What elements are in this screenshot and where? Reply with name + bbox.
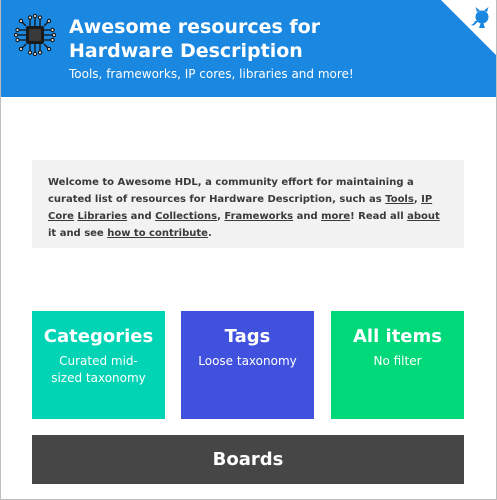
tools-link[interactable]: Tools xyxy=(385,194,414,205)
all-items-card-subtitle: No filter xyxy=(373,354,422,368)
welcome-text: and xyxy=(127,211,156,222)
collections-link[interactable]: Collections xyxy=(155,211,217,222)
all-items-card-title: All items xyxy=(353,326,442,347)
site-header: Awesome resources for Hardware Descripti… xyxy=(0,0,497,97)
welcome-text: . xyxy=(207,228,212,239)
welcome-panel: Welcome to Awesome HDL, a community effo… xyxy=(32,160,464,248)
site-subtitle: Tools, frameworks, IP cores, libraries a… xyxy=(69,67,354,81)
welcome-text: Welcome to Awesome HDL, a community effo… xyxy=(48,177,414,205)
categories-card-subtitle: Curated mid-sized taxonomy xyxy=(51,354,146,385)
boards-button[interactable]: Boards xyxy=(32,435,464,484)
site-title[interactable]: Awesome resources for Hardware Descripti… xyxy=(69,15,429,63)
how-to-contribute-link[interactable]: how to contribute xyxy=(107,228,208,239)
categories-card-title: Categories xyxy=(43,326,154,347)
all-items-card[interactable]: All items No filter xyxy=(331,311,464,419)
chip-icon[interactable] xyxy=(13,13,57,57)
frameworks-link[interactable]: Frameworks xyxy=(224,211,293,222)
tags-card-subtitle: Loose taxonomy xyxy=(198,354,297,368)
about-link[interactable]: about xyxy=(407,211,440,222)
categories-card[interactable]: Categories Curated mid-sized taxonomy xyxy=(32,311,165,419)
welcome-text: ! Read all xyxy=(350,211,408,222)
welcome-text: and xyxy=(293,211,322,222)
welcome-text: it and see xyxy=(48,228,108,239)
libraries-link[interactable]: Libraries xyxy=(77,211,127,222)
tags-card-title: Tags xyxy=(224,326,271,347)
tags-card[interactable]: Tags Loose taxonomy xyxy=(181,311,314,419)
github-octocat-icon[interactable] xyxy=(441,0,497,56)
more-link[interactable]: more xyxy=(321,211,350,222)
